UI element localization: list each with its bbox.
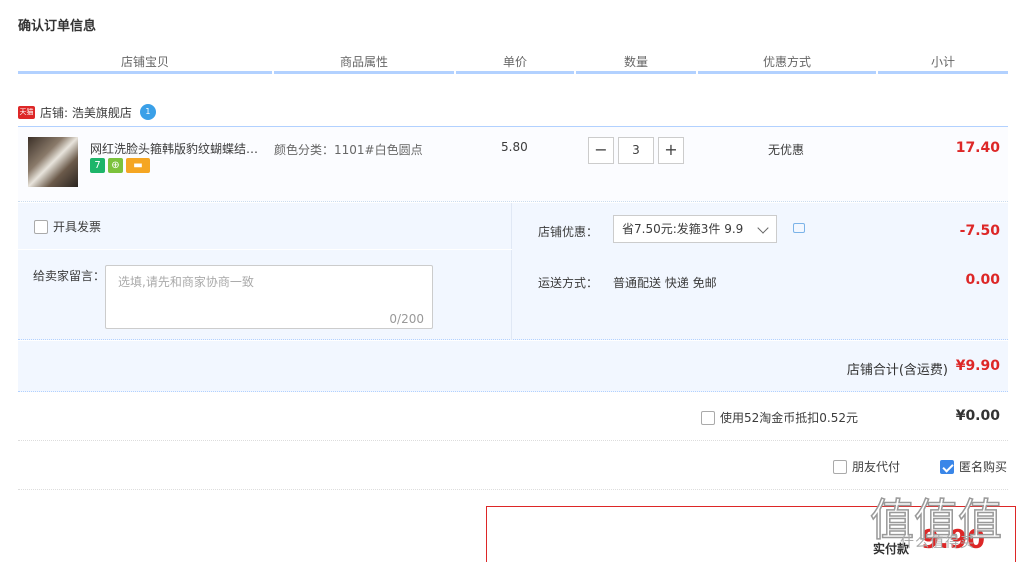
use-coins-checkbox[interactable] — [701, 410, 715, 425]
col-header-subtotal: 小计 — [878, 52, 1008, 74]
chevron-down-icon — [757, 222, 769, 234]
shop-total-amount: ¥9.90 — [955, 358, 1000, 374]
use-coins-label: 使用52淘金币抵扣0.52元 — [720, 411, 858, 425]
shop-total-label: 店铺合计(含运费) — [846, 363, 948, 378]
tmall-icon: 天猫 — [18, 105, 35, 119]
shop-discount-label: 店铺优惠： — [538, 225, 599, 239]
col-header-qty: 数量 — [576, 52, 696, 74]
taojinbi-row: 使用52淘金币抵扣0.52元 ¥0.00 — [18, 393, 1008, 441]
order-item-row: 网红洗脸头箍韩版豹纹蝴蝶结成人可爱发箍 7 ⊕ ▬ 颜色分类：1101#白色圆点… — [18, 126, 1008, 202]
divider — [18, 249, 512, 250]
col-header-price: 单价 — [456, 52, 574, 74]
friend-pay-label: 朋友代付 — [852, 460, 901, 474]
watermark-subtext: 什么值得买 — [900, 535, 975, 551]
use-coins-option[interactable]: 使用52淘金币抵扣0.52元 — [701, 409, 858, 426]
decrease-quantity-button[interactable]: − — [588, 137, 614, 164]
item-promo: 无优惠 — [768, 143, 805, 157]
quantity-input[interactable]: 3 — [618, 137, 654, 164]
invoice-checkbox[interactable] — [34, 219, 48, 234]
shipping-label: 运送方式： — [538, 276, 599, 290]
friend-pay-option[interactable]: 朋友代付 — [833, 458, 900, 475]
product-sku: 颜色分类：1101#白色圆点 — [274, 143, 423, 157]
shop-name[interactable]: 店铺: 浩美旗舰店 — [40, 104, 132, 121]
message-label: 给卖家留言： — [33, 269, 106, 283]
message-char-count: 0/200 — [389, 312, 424, 326]
item-subtotal: 17.40 — [955, 140, 1000, 156]
table-header: 店铺宝贝 商品属性 单价 数量 优惠方式 小计 — [18, 52, 1008, 74]
service-icons: 7 ⊕ ▬ — [90, 158, 150, 173]
col-header-item: 店铺宝贝 — [18, 52, 272, 74]
watermark-logo: 值值值 什么值得买 — [869, 484, 1015, 558]
anonymous-purchase-checkbox[interactable] — [940, 459, 954, 474]
credit-card-icon[interactable]: ▬ — [126, 158, 150, 173]
product-thumbnail[interactable] — [28, 137, 78, 187]
shop-discount-value: 省7.50元:发箍3件 9.9 — [622, 222, 744, 236]
anonymous-purchase-option[interactable]: 匿名购买 — [940, 458, 1007, 475]
shop-row: 天猫 店铺: 浩美旗舰店 1 — [18, 100, 156, 124]
order-extras-panel: 开具发票 给卖家留言： 选填,请先和商家协商一致 0/200 店铺优惠： 省7.… — [18, 203, 1008, 340]
shop-discount-select[interactable]: 省7.50元:发箍3件 9.9 — [613, 215, 777, 243]
unit-price: 5.80 — [501, 140, 528, 154]
shipping-method: 普通配送 快递 免邮 — [613, 276, 717, 290]
increase-quantity-button[interactable]: + — [658, 137, 684, 164]
extras-left: 开具发票 给卖家留言： 选填,请先和商家协商一致 0/200 — [18, 203, 512, 340]
comment-icon[interactable] — [793, 223, 805, 233]
payment-options-row: 朋友代付 匿名购买 — [18, 442, 1008, 490]
product-title-link[interactable]: 网红洗脸头箍韩版豹纹蝴蝶结成人可爱发箍 — [90, 140, 270, 157]
guarantee-icon[interactable]: ⊕ — [108, 158, 123, 173]
shipping-amount: 0.00 — [965, 272, 1000, 288]
friend-pay-checkbox[interactable] — [833, 459, 847, 474]
invoice-label: 开具发票 — [53, 220, 102, 234]
anonymous-purchase-label: 匿名购买 — [959, 460, 1008, 474]
coins-amount: ¥0.00 — [955, 408, 1000, 424]
page-title: 确认订单信息 — [18, 19, 97, 34]
wangwang-chat-icon[interactable]: 1 — [139, 104, 156, 120]
quantity-stepper: − 3 + — [588, 137, 684, 164]
message-placeholder: 选填,请先和商家协商一致 — [118, 275, 254, 289]
seven-day-return-icon[interactable]: 7 — [90, 158, 105, 173]
shop-total-row: 店铺合计(含运费) ¥9.90 — [18, 341, 1008, 392]
col-header-attr: 商品属性 — [274, 52, 454, 74]
seller-message-textarea[interactable]: 选填,请先和商家协商一致 0/200 — [105, 265, 433, 329]
shop-discount-amount: -7.50 — [959, 223, 1000, 239]
col-header-promo: 优惠方式 — [698, 52, 876, 74]
invoice-option[interactable]: 开具发票 — [34, 218, 101, 235]
